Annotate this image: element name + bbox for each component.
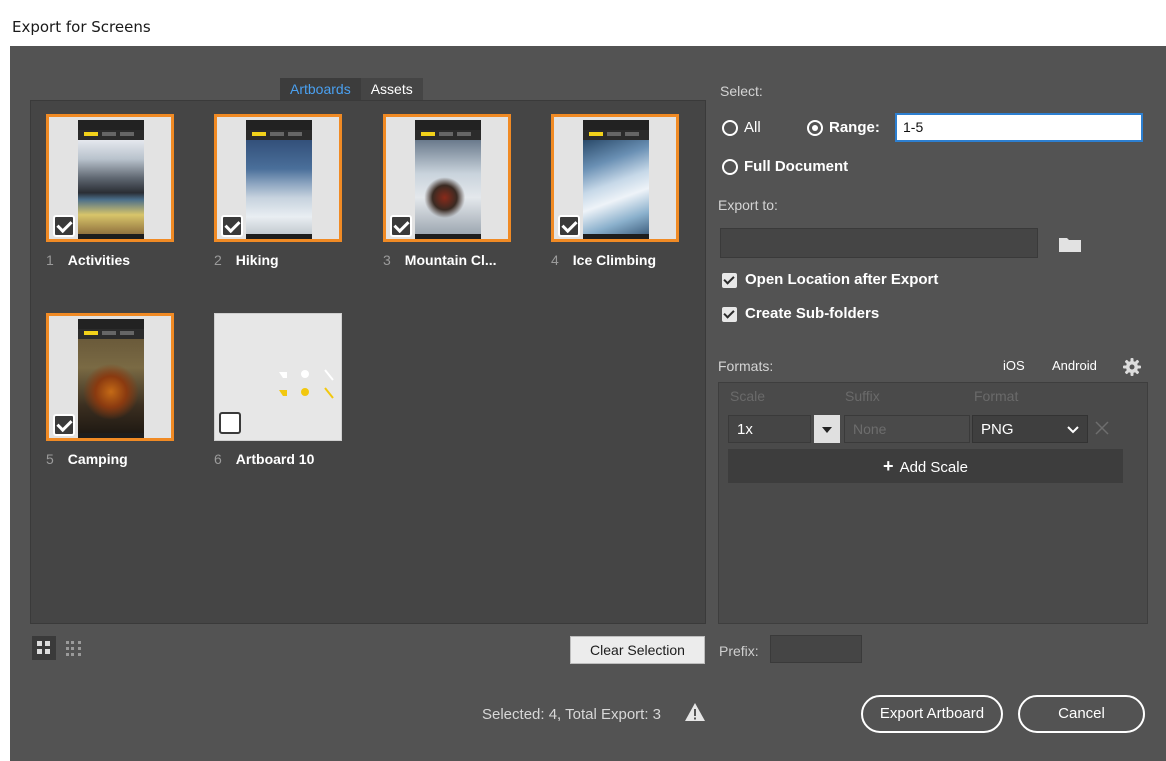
artboard-label: 5 Camping [46, 451, 128, 467]
create-subfolders-checkbox[interactable] [722, 307, 737, 322]
open-location-label: Open Location after Export [745, 271, 939, 288]
option-all-label: All [744, 119, 761, 136]
artboard-checkbox[interactable] [53, 414, 75, 436]
artboard-label: 2 Hiking [214, 252, 279, 268]
export-path-input[interactable] [720, 228, 1038, 258]
create-subfolders-label: Create Sub-folders [745, 305, 880, 322]
scale-input[interactable]: 1x [728, 415, 811, 443]
artboard-thumbnail[interactable] [46, 114, 174, 242]
artboard-label: 6 Artboard 10 [214, 451, 315, 467]
format-select[interactable]: PNG [972, 415, 1088, 443]
android-preset-link[interactable]: Android [1052, 358, 1097, 373]
chevron-down-icon [822, 427, 832, 433]
artboard-label: 3 Mountain Cl... [383, 252, 497, 268]
artboard-thumbnail[interactable] [46, 313, 174, 441]
clear-selection-button[interactable]: Clear Selection [570, 636, 705, 664]
suffix-input[interactable]: None [844, 415, 970, 443]
list-view-icon[interactable] [62, 636, 86, 660]
artboard-checkbox[interactable] [53, 215, 75, 237]
format-header: Format [974, 388, 1019, 404]
scale-header: Scale [730, 388, 766, 404]
artboard-preview [78, 120, 144, 239]
artboard-thumbnail[interactable] [551, 114, 679, 242]
prefix-label: Prefix: [719, 643, 759, 659]
artboard-checkbox[interactable] [558, 215, 580, 237]
radio-all[interactable] [722, 120, 738, 136]
grid-view-icon[interactable] [32, 636, 56, 660]
suffix-header: Suffix [845, 388, 880, 404]
artboard-thumbnail[interactable] [214, 114, 342, 242]
formats-label: Formats: [718, 358, 774, 374]
option-range-label: Range: [829, 119, 880, 136]
icon-set-preview [279, 369, 334, 399]
folder-icon[interactable] [1058, 235, 1082, 253]
plus-icon: + [883, 456, 894, 476]
artboard-preview [415, 120, 481, 239]
option-full-document-label: Full Document [744, 158, 849, 175]
gear-icon[interactable] [1123, 358, 1141, 376]
title-bar: Export for Screens [0, 0, 1166, 46]
artboard-preview [583, 120, 649, 239]
format-select-value: PNG [981, 421, 1014, 438]
radio-range[interactable] [807, 120, 823, 136]
export-status: Selected: 4, Total Export: 3 [482, 706, 661, 723]
warning-icon [685, 703, 705, 721]
open-location-checkbox[interactable] [722, 273, 737, 288]
range-input[interactable]: 1-5 [895, 113, 1143, 142]
cancel-button[interactable]: Cancel [1018, 695, 1145, 733]
artboard-thumbnail[interactable] [214, 313, 342, 441]
artboard-preview [246, 120, 312, 239]
scale-dropdown[interactable] [814, 415, 840, 443]
prefix-input[interactable] [770, 635, 862, 663]
artboard-checkbox[interactable] [390, 215, 412, 237]
artboard-label: 1 Activities [46, 252, 131, 268]
tab-artboards[interactable]: Artboards [280, 78, 361, 100]
add-scale-button[interactable]: + Add Scale [728, 449, 1123, 483]
ios-preset-link[interactable]: iOS [1003, 358, 1025, 373]
artboard-preview [78, 319, 144, 438]
artboard-thumbnail[interactable] [383, 114, 511, 242]
add-scale-label: Add Scale [899, 459, 968, 476]
chevron-down-icon [1067, 426, 1079, 434]
window-title: Export for Screens [12, 18, 151, 36]
tab-assets[interactable]: Assets [360, 78, 423, 100]
select-label: Select: [720, 83, 763, 99]
export-to-label: Export to: [718, 197, 778, 213]
export-artboard-button[interactable]: Export Artboard [861, 695, 1003, 733]
artboard-label: 4 Ice Climbing [551, 252, 657, 268]
radio-full-document[interactable] [722, 159, 738, 175]
artboard-checkbox[interactable] [219, 412, 241, 434]
artboard-grid: 1 Activities 2 Hiking 3 Mountain Cl... 4… [30, 100, 706, 624]
view-tabs: Artboards Assets [280, 78, 423, 100]
artboard-checkbox[interactable] [221, 215, 243, 237]
remove-scale-icon[interactable] [1094, 420, 1110, 436]
